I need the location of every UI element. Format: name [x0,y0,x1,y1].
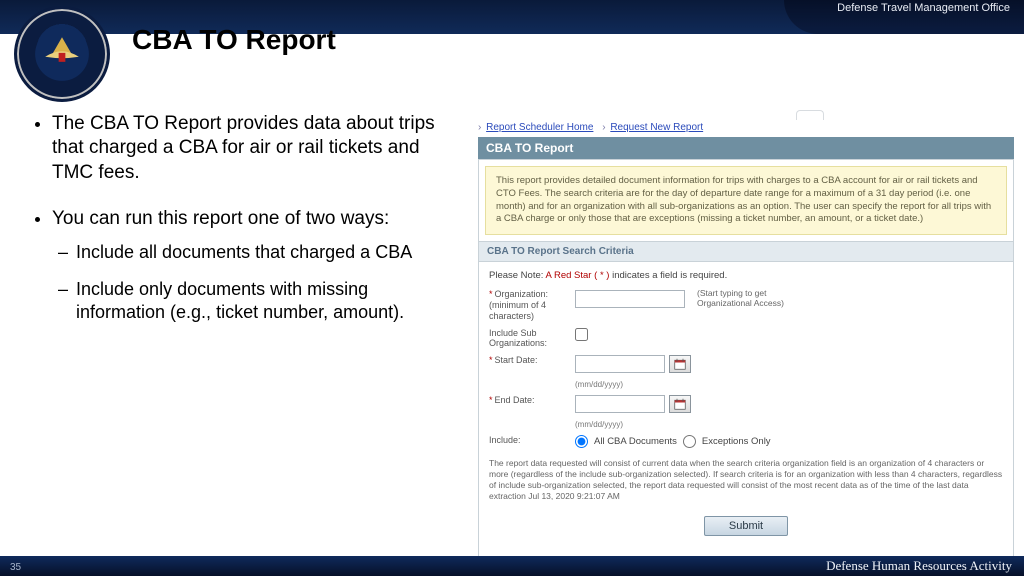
org-hint: (Start typing to get Organizational Acce… [697,289,787,309]
bullet-1: The CBA TO Report provides data about tr… [52,112,460,185]
dod-seal-logo [14,6,110,102]
calendar-icon [674,358,686,370]
radio-exceptions-label: Exceptions Only [702,436,771,447]
end-date-input[interactable] [575,395,665,413]
org-label: Organization: (minimum of 4 characters) [489,289,548,321]
start-date-row: *Start Date: (mm/dd/yyyy) [489,355,1003,389]
suborgs-row: Include Sub Organizations: [489,328,1003,350]
end-date-row: *End Date: (mm/dd/yyyy) [489,395,1003,429]
org-row: *Organization: (minimum of 4 characters)… [489,289,1003,321]
radio-exceptions[interactable] [683,435,696,448]
report-screenshot: › Report Scheduler Home › Request New Re… [478,122,1014,557]
breadcrumb-new-report[interactable]: Request New Report [610,122,703,133]
panel-title: CBA TO Report [478,137,1014,159]
start-date-format: (mm/dd/yyyy) [575,380,623,389]
chevron-icon: › [478,122,481,133]
breadcrumb-home[interactable]: Report Scheduler Home [486,122,593,133]
chevron-icon: › [602,122,605,133]
data-disclaimer: The report data requested will consist o… [489,458,1003,502]
panel: This report provides detailed document i… [478,159,1014,557]
search-criteria-head: CBA TO Report Search Criteria [479,241,1013,262]
end-date-label: End Date: [495,395,535,405]
radio-all-label: All CBA Documents [594,436,677,447]
slide-body: The CBA TO Report provides data about tr… [30,112,460,346]
submit-button[interactable]: Submit [704,516,788,536]
end-date-calendar-button[interactable] [669,395,691,413]
subbullet-2: Include only documents with missing info… [76,278,460,324]
calendar-icon [674,398,686,410]
organization-input[interactable] [575,290,685,308]
form-area: Please Note: A Red Star ( * ) indicates … [479,262,1013,556]
bullet-2: You can run this report one of two ways:… [52,207,460,324]
red-star-text: A Red Star ( * ) [546,270,613,281]
include-suborgs-checkbox[interactable] [575,328,588,341]
radio-all-cba[interactable] [575,435,588,448]
info-box: This report provides detailed document i… [485,166,1007,235]
page-number: 35 [10,562,21,573]
start-date-label: Start Date: [495,355,538,365]
note-suffix: indicates a field is required. [612,270,727,281]
start-date-input[interactable] [575,355,665,373]
include-label: Include: [489,435,575,446]
include-row: Include: All CBA Documents Exceptions On… [489,435,1003,448]
eagle-icon [34,26,90,82]
bullet-2-text: You can run this report one of two ways: [52,208,389,229]
breadcrumb: › Report Scheduler Home › Request New Re… [478,122,1014,133]
decorative-notch [796,110,824,120]
start-date-calendar-button[interactable] [669,355,691,373]
top-right-label: Defense Travel Management Office [837,2,1010,14]
required-note: Please Note: A Red Star ( * ) indicates … [489,270,1003,281]
suborgs-label: Include Sub Organizations: [489,328,575,350]
note-prefix: Please Note: [489,270,543,281]
footer-right-label: Defense Human Resources Activity [826,558,1012,574]
subbullet-1: Include all documents that charged a CBA [76,241,460,264]
slide-title: CBA TO Report [132,24,336,56]
end-date-format: (mm/dd/yyyy) [575,420,623,429]
